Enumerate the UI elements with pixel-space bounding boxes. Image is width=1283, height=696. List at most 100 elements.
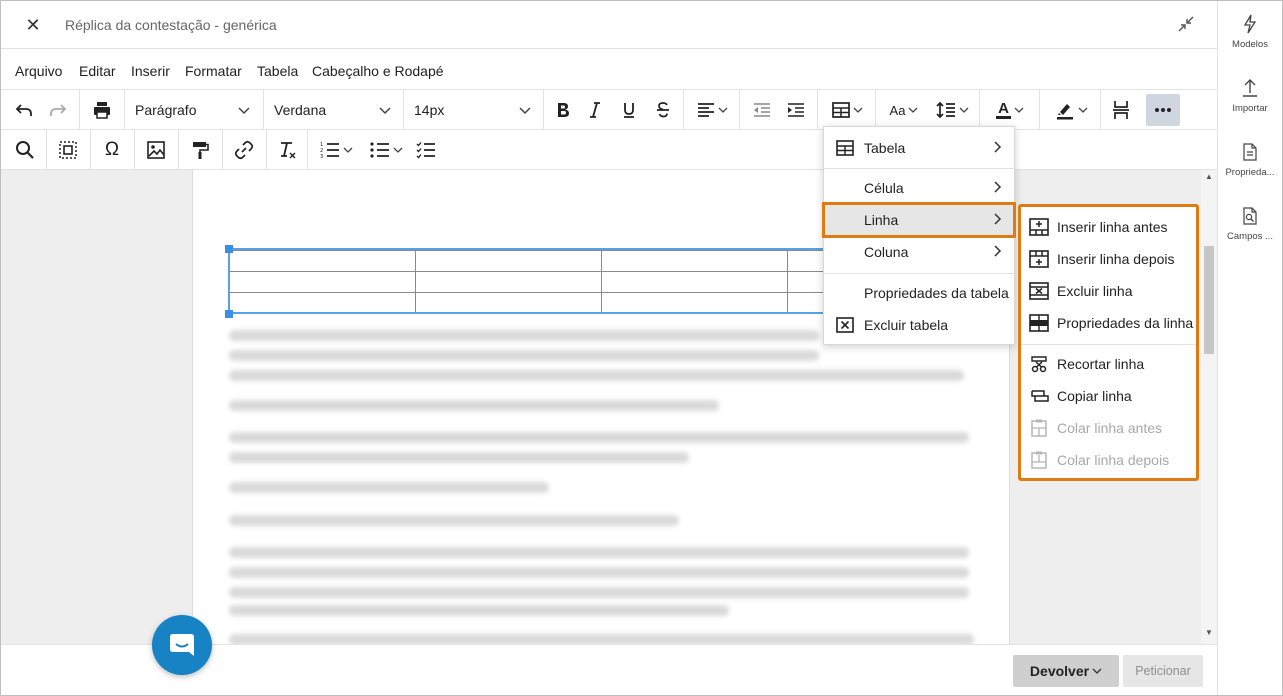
table-cell[interactable]	[415, 292, 602, 314]
rail-item-campos[interactable]: Campos ...	[1218, 205, 1282, 242]
redo-button[interactable]	[43, 94, 73, 126]
menu-item-label: Tabela	[864, 140, 906, 156]
print-button[interactable]	[85, 94, 119, 126]
page-break-button[interactable]	[1105, 94, 1137, 126]
chat-launcher[interactable]	[152, 615, 212, 675]
strikethrough-button[interactable]	[649, 94, 677, 126]
rail-item-propriedades[interactable]: Proprieda...	[1218, 141, 1282, 178]
image-icon	[147, 141, 165, 159]
table-icon	[836, 140, 854, 156]
more-options-button[interactable]	[1146, 94, 1180, 126]
select-all-button[interactable]	[51, 134, 85, 166]
font-case-button[interactable]: Aa	[883, 94, 925, 126]
scroll-thumb[interactable]	[1204, 246, 1214, 354]
table-cell[interactable]	[415, 250, 602, 272]
menu-item-linha[interactable]: Linha	[824, 204, 1014, 236]
undo-button[interactable]	[9, 94, 39, 126]
submenu-copiar-linha[interactable]: Copiar linha	[1021, 380, 1196, 412]
menu-item-coluna[interactable]: Coluna	[824, 236, 1014, 268]
format-painter-button[interactable]	[183, 134, 217, 166]
table-cell[interactable]	[229, 271, 416, 293]
peticionar-button[interactable]: Peticionar	[1123, 655, 1203, 687]
table-cell[interactable]	[229, 292, 416, 314]
rail-item-modelos[interactable]: Modelos	[1218, 13, 1282, 50]
submenu-colar-linha-antes[interactable]: Colar linha antes	[1021, 412, 1196, 444]
align-menu-button[interactable]	[691, 94, 733, 126]
table-dropdown-menu: Tabela Célula Linha Coluna Propriedades …	[823, 126, 1015, 345]
table-cell[interactable]	[415, 271, 602, 293]
font-size-select[interactable]: 14px	[414, 94, 540, 126]
print-icon	[94, 102, 110, 119]
chevron-down-icon	[853, 107, 862, 113]
menu-item-celula[interactable]: Célula	[824, 172, 1014, 204]
menu-item-propriedades-tabela[interactable]: Propriedades da tabela	[824, 277, 1014, 309]
table-cell[interactable]	[601, 292, 788, 314]
bullet-list-button[interactable]	[363, 134, 409, 166]
submenu-recortar-linha[interactable]: Recortar linha	[1021, 348, 1196, 380]
font-family-select[interactable]: Verdana	[274, 94, 400, 126]
close-icon[interactable]: ✕	[23, 15, 43, 35]
submenu-propriedades-linha[interactable]: Propriedades da linha	[1021, 307, 1196, 339]
italic-button[interactable]	[581, 94, 609, 126]
menu-arquivo[interactable]: Arquivo	[15, 63, 62, 79]
scroll-down-icon[interactable]: ▼	[1204, 628, 1214, 637]
clear-formatting-button[interactable]	[271, 134, 303, 166]
row-submenu: Inserir linha antes Inserir linha depois…	[1018, 204, 1199, 481]
menu-bar: Arquivo Editar Inserir Formatar Tabela C…	[1, 50, 1217, 90]
rail-label: Importar	[1232, 103, 1268, 114]
table-cell[interactable]	[229, 250, 416, 272]
font-size-value: 14px	[414, 102, 445, 118]
editor-scrollbar[interactable]: ▲ ▼	[1201, 170, 1217, 644]
italic-icon	[590, 102, 600, 118]
search-button[interactable]	[9, 134, 41, 166]
outdent-button[interactable]	[747, 94, 777, 126]
menu-formatar[interactable]: Formatar	[185, 63, 242, 79]
line-height-button[interactable]	[931, 94, 973, 126]
indent-button[interactable]	[781, 94, 811, 126]
lightning-icon	[1243, 14, 1257, 34]
submenu-colar-linha-depois[interactable]: Colar linha depois	[1021, 444, 1196, 476]
resize-handle[interactable]	[225, 310, 233, 318]
bold-button[interactable]	[549, 94, 577, 126]
submenu-inserir-linha-depois[interactable]: Inserir linha depois	[1021, 243, 1196, 275]
line-height-icon	[935, 101, 955, 119]
indent-icon	[788, 103, 804, 117]
collapse-icon[interactable]	[1175, 15, 1197, 37]
chevron-right-icon	[994, 181, 1002, 193]
resize-handle[interactable]	[225, 245, 233, 253]
devolver-button[interactable]: Devolver	[1013, 655, 1119, 687]
upload-icon	[1243, 79, 1257, 97]
table-menu-button[interactable]	[825, 94, 869, 126]
more-horizontal-icon	[1155, 108, 1171, 112]
chevron-down-icon	[1014, 107, 1024, 113]
menu-item-tabela[interactable]: Tabela	[824, 132, 1014, 164]
underline-button[interactable]	[615, 94, 643, 126]
menu-item-excluir-tabela[interactable]: Excluir tabela	[824, 309, 1014, 341]
menu-cabecalho-rodape[interactable]: Cabeçalho e Rodapé	[312, 63, 444, 79]
right-rail: Modelos Importar Proprieda... Campos ...	[1217, 1, 1281, 695]
menu-editar[interactable]: Editar	[79, 63, 116, 79]
menu-item-label: Linha	[864, 212, 899, 228]
menu-tabela[interactable]: Tabela	[257, 63, 298, 79]
insert-image-button[interactable]	[139, 134, 173, 166]
chevron-down-icon	[343, 147, 352, 153]
clear-formatting-icon	[281, 142, 296, 159]
rail-item-importar[interactable]: Importar	[1218, 77, 1282, 114]
text-color-button[interactable]: A	[987, 94, 1033, 126]
block-format-select[interactable]: Parágrafo	[135, 94, 259, 126]
table-cell[interactable]	[601, 271, 788, 293]
special-character-button[interactable]: Ω	[95, 134, 129, 166]
submenu-label: Colar linha depois	[1057, 452, 1170, 468]
cut-row-icon	[1031, 356, 1047, 373]
insert-link-button[interactable]	[227, 134, 261, 166]
highlight-color-button[interactable]	[1047, 94, 1095, 126]
checklist-button[interactable]	[411, 134, 441, 166]
numbered-list-button[interactable]: 123	[313, 134, 359, 166]
table-cell[interactable]	[601, 250, 788, 272]
scroll-up-icon[interactable]: ▲	[1204, 172, 1214, 181]
submenu-inserir-linha-antes[interactable]: Inserir linha antes	[1021, 211, 1196, 243]
checklist-icon	[416, 142, 435, 159]
menu-inserir[interactable]: Inserir	[131, 63, 170, 79]
submenu-excluir-linha[interactable]: Excluir linha	[1021, 275, 1196, 307]
rail-label: Campos ...	[1227, 231, 1273, 242]
